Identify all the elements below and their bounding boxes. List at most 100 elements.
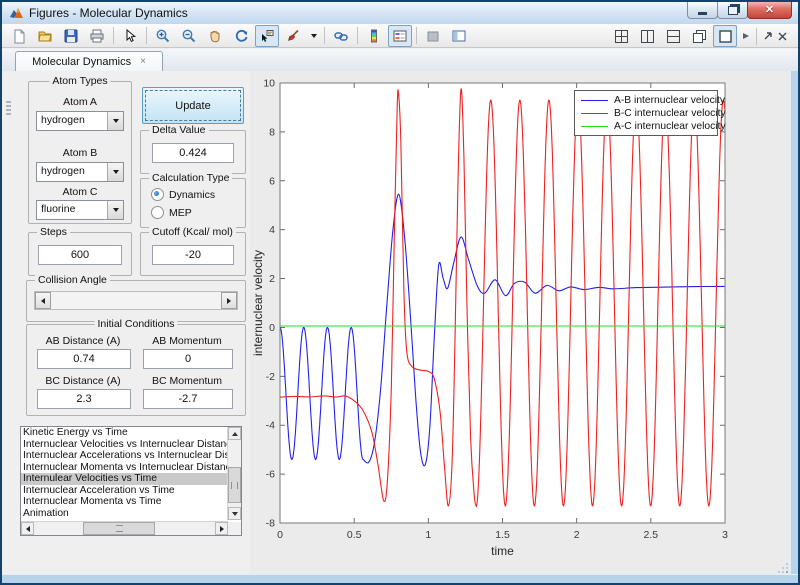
horizontal-scroll-thumb[interactable] — [83, 522, 155, 535]
print-figure-button[interactable] — [85, 25, 109, 47]
figure-toolbar — [2, 24, 798, 48]
ab-distance-label: AB Distance (A) — [33, 335, 133, 347]
ab-line-swatch — [581, 100, 608, 101]
link-plot-button[interactable] — [329, 25, 353, 47]
restore-icon — [728, 6, 738, 15]
atom-b-label: Atom B — [29, 147, 131, 159]
slider-left-arrow[interactable] — [35, 292, 51, 309]
update-button[interactable]: Update — [142, 87, 244, 124]
delta-value-field[interactable]: 0.424 — [152, 143, 234, 163]
hide-plot-tools-button[interactable] — [421, 25, 445, 47]
collision-angle-slider[interactable] — [34, 291, 238, 310]
radio-unselected-icon — [151, 206, 164, 219]
svg-text:0: 0 — [269, 322, 275, 334]
plot-type-listbox[interactable]: Kinetic Energy vs Time Internuclear Velo… — [20, 426, 242, 536]
zoom-in-button[interactable] — [151, 25, 175, 47]
svg-text:8: 8 — [269, 126, 275, 138]
tile-rows-button[interactable] — [661, 25, 685, 47]
list-item-selected[interactable]: Internulear Velocities vs Time — [21, 473, 241, 485]
close-group-button[interactable] — [776, 25, 789, 47]
panel-grip[interactable] — [6, 101, 11, 115]
insert-colorbar-button[interactable] — [362, 25, 386, 47]
list-item[interactable]: Kinetic Energy vs Time — [21, 427, 241, 439]
close-button[interactable]: ✕ — [747, 2, 792, 19]
svg-text:0.5: 0.5 — [347, 529, 362, 541]
vertical-scrollbar[interactable] — [227, 427, 241, 520]
atom-c-dropdown-button[interactable] — [107, 201, 123, 219]
scroll-right-button[interactable] — [215, 522, 228, 535]
atom-b-dropdown-button[interactable] — [107, 163, 123, 181]
brush-dropdown-button[interactable] — [307, 25, 320, 47]
app-window: Figures - Molecular Dynamics ✕ — [0, 0, 800, 585]
vertical-scroll-thumb[interactable] — [228, 467, 241, 503]
new-figure-button[interactable] — [7, 25, 31, 47]
show-plot-tools-button[interactable] — [447, 25, 471, 47]
save-figure-button[interactable] — [59, 25, 83, 47]
atom-a-value: hydrogen — [41, 114, 85, 126]
horizontal-scrollbar[interactable] — [21, 521, 228, 535]
triangle-left-icon — [41, 298, 45, 304]
list-item[interactable]: Internuclear Acceleration vs Time — [21, 485, 241, 497]
scroll-left-button[interactable] — [21, 522, 34, 535]
atom-b-dropdown[interactable]: hydrogen — [36, 162, 124, 182]
pan-button[interactable] — [203, 25, 227, 47]
dynamics-radio[interactable]: Dynamics — [151, 188, 215, 201]
window-title: Figures - Molecular Dynamics — [29, 6, 188, 20]
open-file-button[interactable] — [33, 25, 57, 47]
cutoff-field[interactable]: -20 — [152, 245, 234, 265]
bc-distance-label: BC Distance (A) — [33, 375, 133, 387]
toolbar-separator — [113, 27, 114, 44]
atom-c-dropdown[interactable]: fluorine — [36, 200, 124, 220]
titlebar[interactable]: Figures - Molecular Dynamics ✕ — [2, 2, 798, 25]
atom-c-label: Atom C — [29, 186, 131, 198]
svg-text:-6: -6 — [266, 469, 275, 481]
scroll-down-button[interactable] — [228, 507, 241, 520]
atom-types-title: Atom Types — [49, 75, 110, 87]
list-item[interactable]: Internuclear Momenta vs Internuclear Dis… — [21, 462, 241, 474]
mep-radio[interactable]: MEP — [151, 206, 192, 219]
resize-grip[interactable] — [786, 571, 788, 573]
ab-momentum-field[interactable]: 0 — [143, 349, 233, 369]
tab-molecular-dynamics[interactable]: Molecular Dynamics × — [15, 51, 163, 71]
slider-right-arrow[interactable] — [221, 292, 237, 309]
plot-legend[interactable]: A-B internuclear velocity B-C internucle… — [574, 90, 718, 136]
brush-data-button[interactable] — [281, 25, 305, 47]
atom-a-dropdown[interactable]: hydrogen — [36, 111, 124, 131]
edit-plot-button[interactable] — [118, 25, 142, 47]
bc-momentum-field[interactable]: -2.7 — [143, 389, 233, 409]
plot-figure: 00.511.522.53-8-6-4-20246810timeinternuc… — [250, 71, 792, 575]
shrink-toolbar-button[interactable] — [739, 25, 752, 47]
svg-text:internuclear velocity: internuclear velocity — [251, 250, 265, 356]
list-item[interactable]: Internuclear Velocities vs Internuclear … — [21, 439, 241, 451]
triangle-right-icon — [220, 526, 224, 532]
list-item[interactable]: Animation — [21, 508, 241, 520]
hand-icon — [207, 28, 223, 44]
steps-field[interactable]: 600 — [38, 245, 122, 265]
data-cursor-button[interactable] — [255, 25, 279, 47]
show-plot-tools-icon — [451, 28, 467, 44]
scroll-up-button[interactable] — [228, 427, 241, 440]
tab-close-icon[interactable]: × — [140, 57, 146, 67]
zoom-out-button[interactable] — [177, 25, 201, 47]
bc-distance-field[interactable]: 2.3 — [37, 389, 131, 409]
atom-a-dropdown-button[interactable] — [107, 112, 123, 130]
delta-value-group: Delta Value 0.424 — [140, 130, 246, 174]
float-windows-button[interactable] — [687, 25, 711, 47]
minimize-icon — [698, 12, 707, 15]
ab-distance-field[interactable]: 0.74 — [37, 349, 131, 369]
restore-button[interactable] — [717, 2, 748, 19]
minimize-button[interactable] — [687, 2, 718, 19]
atom-types-group: Atom Types Atom A hydrogen Atom B hydrog… — [28, 81, 132, 224]
list-item[interactable]: Internuclear Momenta vs Time — [21, 496, 241, 508]
insert-legend-button[interactable] — [388, 25, 412, 47]
open-folder-icon — [37, 28, 53, 44]
undock-button[interactable] — [761, 25, 774, 47]
list-item[interactable]: Internuclear Accelerations vs Internucle… — [21, 450, 241, 462]
printer-icon — [89, 28, 105, 44]
maximize-tab-button[interactable] — [713, 25, 737, 47]
tile-columns-button[interactable] — [635, 25, 659, 47]
tile-grid-button[interactable] — [609, 25, 633, 47]
triangle-down-icon — [232, 512, 238, 516]
rotate-3d-button[interactable] — [229, 25, 253, 47]
toolbar-separator — [146, 27, 147, 44]
